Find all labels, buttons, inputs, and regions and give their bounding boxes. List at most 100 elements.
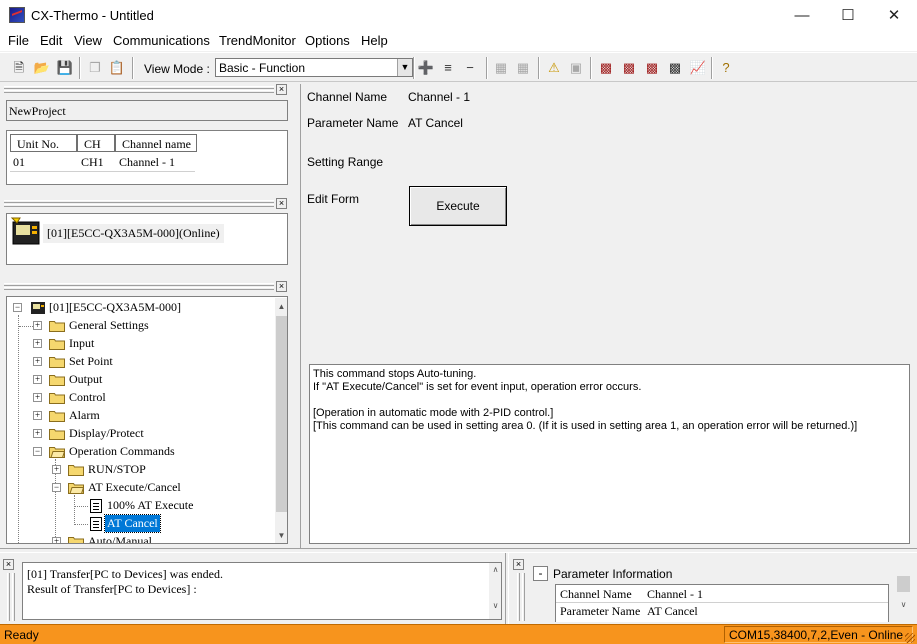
resize-grip-icon[interactable] — [905, 633, 915, 643]
edit-form-label: Edit Form — [307, 192, 360, 206]
close-panel-icon[interactable]: × — [276, 198, 287, 209]
menu-options[interactable]: Options — [305, 33, 350, 48]
scroll-up-icon[interactable]: ∧ — [489, 565, 501, 574]
remove-icon[interactable]: − — [460, 58, 480, 78]
view-mode-select[interactable]: Basic - Function ▼ — [215, 58, 413, 77]
col-header-unit[interactable]: Unit No. — [10, 134, 77, 152]
project-name[interactable]: NewProject — [6, 100, 288, 121]
parameter-info-panel: - Parameter Information Channel Name Cha… — [530, 562, 913, 622]
scroll-down-icon[interactable]: ∨ — [896, 600, 911, 609]
collapse-button[interactable]: - — [533, 566, 548, 581]
folder-icon — [68, 465, 84, 476]
device-compare-icon[interactable]: ▩ — [619, 58, 639, 78]
description-line — [313, 394, 906, 407]
monitor-icon[interactable]: 📈 — [688, 58, 708, 78]
collapse-icon[interactable]: − — [33, 447, 42, 456]
minimize-button[interactable]: — — [779, 0, 825, 31]
chevron-down-icon[interactable]: ▼ — [397, 59, 412, 76]
expand-icon[interactable]: + — [52, 537, 61, 543]
add-icon[interactable]: ➕ — [416, 58, 436, 78]
expand-icon[interactable]: + — [33, 375, 42, 384]
collapse-icon[interactable]: − — [13, 303, 22, 312]
scroll-down-icon[interactable]: ▼ — [275, 527, 287, 543]
collapse-icon[interactable]: − — [52, 483, 61, 492]
execute-button[interactable]: Execute — [409, 186, 507, 226]
log-scrollbar[interactable]: ∧ ∨ — [489, 563, 501, 619]
scroll-down-icon[interactable]: ∨ — [489, 601, 501, 610]
new-file-icon[interactable]: 🗎 — [9, 58, 29, 78]
log-line: Result of Transfer[PC to Devices] : — [27, 582, 197, 596]
param-info-title: Parameter Information — [553, 567, 673, 581]
scroll-thumb[interactable] — [276, 316, 287, 512]
tree-item-label: AT Execute/Cancel — [88, 480, 181, 494]
col-header-channel-name[interactable]: Channel name — [115, 134, 197, 152]
description-line: [Operation in automatic mode with 2-PID … — [313, 407, 554, 419]
tree-item-label: Set Point — [69, 354, 113, 368]
help-icon[interactable]: ? — [716, 58, 736, 78]
paste-icon[interactable]: 📋 — [107, 58, 127, 78]
close-panel-icon[interactable]: × — [276, 281, 287, 292]
menu-help[interactable]: Help — [361, 33, 388, 48]
close-panel-icon[interactable]: × — [513, 559, 524, 570]
menu-file[interactable]: File — [8, 33, 29, 48]
device-transfer-icon[interactable]: ▩ — [596, 58, 616, 78]
param-info-scrollbar[interactable]: ∨ — [896, 574, 911, 622]
output-log: [01] Transfer[PC to Devices] was ended. … — [22, 562, 502, 620]
cell-unit[interactable]: 01 — [7, 153, 77, 171]
status-bar: Ready COM15,38400,7,2,Even - Online — [0, 624, 917, 644]
expand-icon[interactable]: + — [52, 465, 61, 474]
cell-channel-name[interactable]: Channel - 1 — [113, 153, 197, 171]
connection-status: COM15,38400,7,2,Even - Online — [724, 626, 913, 643]
maximize-icon: ☐ — [841, 7, 855, 24]
device-label[interactable]: [01][E5CC-QX3A5M-000](Online) — [43, 224, 224, 243]
close-panel-icon[interactable]: × — [3, 559, 14, 570]
cell-ch[interactable]: CH1 — [75, 153, 115, 171]
menu-bar: File Edit View Communications TrendMonit… — [0, 31, 917, 51]
expand-icon[interactable]: + — [33, 339, 42, 348]
window-title: CX-Thermo - Untitled — [31, 8, 154, 23]
folder-icon — [49, 411, 65, 422]
channel-name-label: Channel Name — [307, 90, 388, 104]
expand-icon[interactable]: + — [33, 429, 42, 438]
close-panel-icon[interactable]: × — [276, 84, 287, 95]
folder-icon — [68, 537, 84, 543]
status-text: Ready — [4, 628, 39, 642]
tree-item-label: Display/Protect — [69, 426, 144, 440]
expand-icon[interactable]: + — [33, 393, 42, 402]
expand-icon[interactable]: + — [33, 321, 42, 330]
tree-scrollbar[interactable]: ▲ ▼ — [275, 298, 287, 543]
folder-icon — [49, 357, 65, 368]
horizontal-splitter[interactable] — [0, 548, 917, 553]
scroll-up-icon[interactable]: ▲ — [275, 298, 287, 315]
app-icon — [9, 7, 25, 23]
image-icon[interactable]: ▣ — [566, 58, 586, 78]
maximize-button[interactable]: ☐ — [825, 0, 871, 31]
open-folder-icon — [49, 447, 65, 458]
copy-icon[interactable]: ❐ — [85, 58, 105, 78]
scroll-thumb[interactable] — [897, 576, 910, 592]
save-icon[interactable]: 💾 — [55, 58, 75, 78]
expand-icon[interactable]: + — [33, 411, 42, 420]
insert-icon[interactable]: ≡ — [438, 58, 458, 78]
tree-item-label: Auto/Manual — [88, 534, 152, 544]
document-icon — [90, 499, 102, 513]
warning-icon[interactable]: ⚠ — [544, 58, 564, 78]
menu-communications[interactable]: Communications — [113, 33, 210, 48]
vertical-splitter[interactable] — [505, 553, 509, 624]
menu-view[interactable]: View — [74, 33, 102, 48]
parameter-name-value: AT Cancel — [408, 116, 463, 130]
tree-root-label: [01][E5CC-QX3A5M-000] — [49, 300, 181, 314]
menu-edit[interactable]: Edit — [40, 33, 62, 48]
table-icon[interactable]: ▦ — [513, 58, 533, 78]
document-icon — [90, 517, 102, 531]
col-header-ch[interactable]: CH — [77, 134, 115, 152]
device-download-icon[interactable]: ▩ — [665, 58, 685, 78]
close-button[interactable]: ✕ — [871, 0, 917, 31]
menu-trendmonitor[interactable]: TrendMonitor — [219, 33, 296, 48]
tree-item-label: Control — [69, 390, 106, 404]
expand-icon[interactable]: + — [33, 357, 42, 366]
device-upload-icon[interactable]: ▩ — [642, 58, 662, 78]
open-folder-icon[interactable]: 📂 — [32, 58, 52, 78]
param-info-value: AT Cancel — [647, 604, 698, 618]
grid-icon[interactable]: ▦ — [491, 58, 511, 78]
